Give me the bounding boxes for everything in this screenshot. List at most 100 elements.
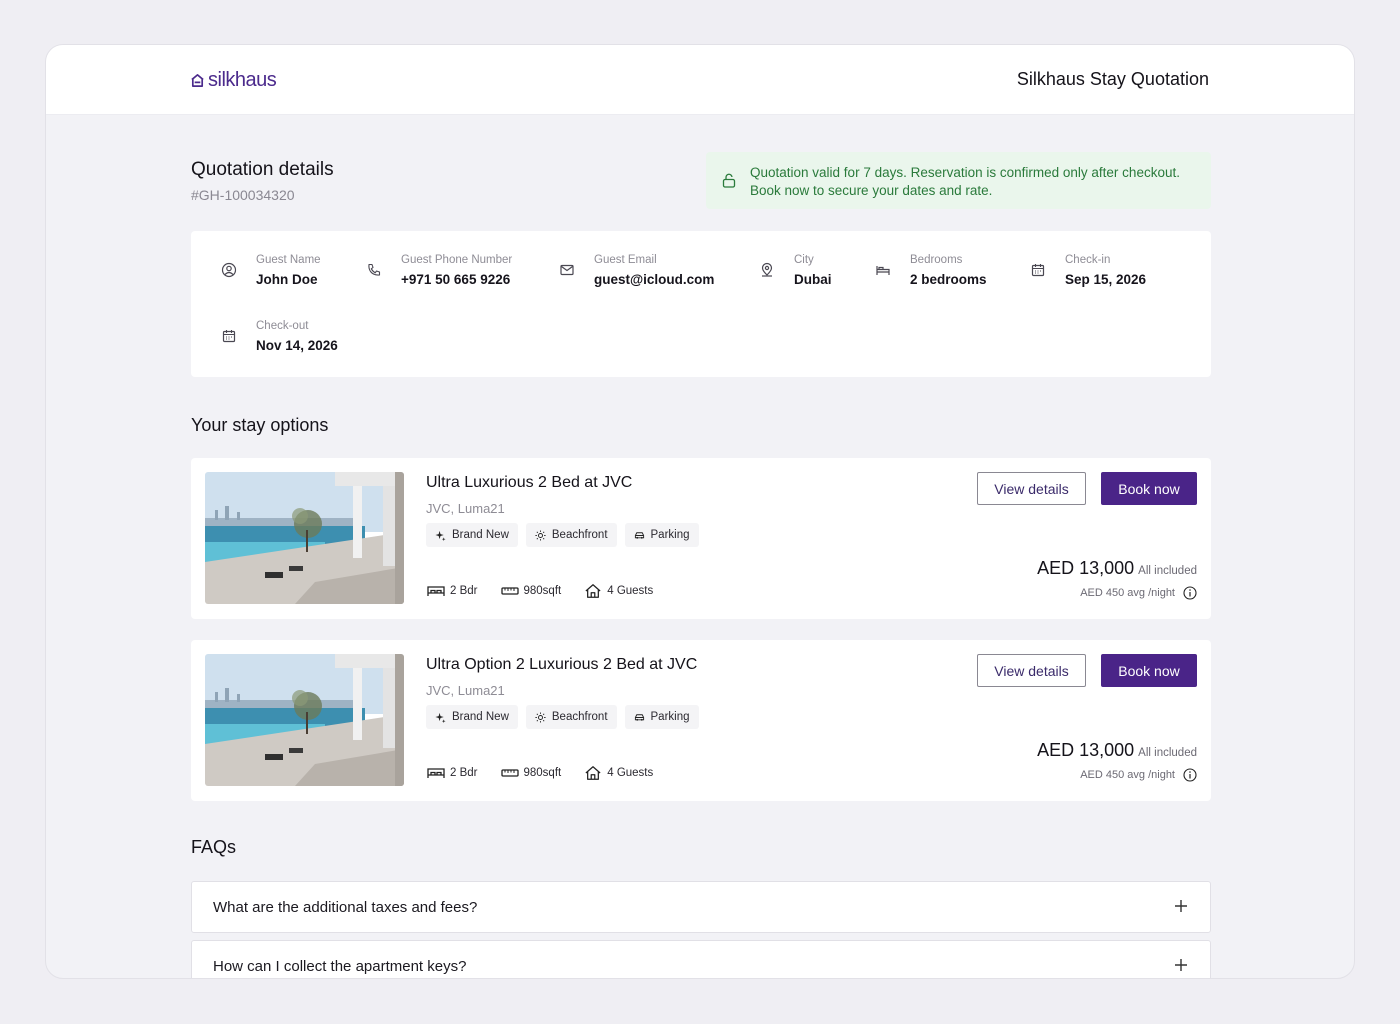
car-icon — [634, 713, 644, 721]
spec-bedrooms: 2 Bdr — [426, 765, 478, 781]
tag-beachfront: Beachfront — [525, 523, 617, 547]
spec-guests: 4 Guests — [583, 583, 653, 599]
silkhaus-logo[interactable]: silkhaus — [190, 69, 277, 92]
field-label: Guest Email — [594, 254, 657, 266]
field-label: Check-in — [1065, 254, 1111, 266]
avg-nightly-rate: AED 450 avg /night — [1080, 768, 1197, 782]
tag-label: Parking — [650, 711, 690, 723]
view-details-button[interactable]: View details — [977, 472, 1086, 505]
field-label: Guest Phone Number — [401, 254, 513, 266]
listing-title[interactable]: Ultra Luxurious 2 Bed at JVC — [426, 474, 632, 492]
notice-line-2: Book now to secure your dates and rate. — [750, 183, 993, 198]
field-value: Sep 15, 2026 — [1065, 272, 1147, 287]
field-value: John Doe — [256, 272, 318, 287]
faq-question: What are the additional taxes and fees? — [213, 899, 478, 916]
info-icon[interactable] — [1183, 768, 1197, 782]
bed-icon — [427, 586, 445, 596]
avg-rate-text: AED 450 avg /night — [1080, 587, 1175, 599]
tag-label: Brand New — [452, 529, 509, 541]
unlock-icon — [722, 173, 736, 188]
notice-line-1: Quotation valid for 7 days. Reservation … — [750, 165, 1180, 180]
spec-label: 980sqft — [523, 767, 562, 779]
tag-brand-new: Brand New — [426, 523, 518, 547]
bed-icon — [875, 262, 891, 278]
faq-item[interactable]: What are the additional taxes and fees? — [191, 881, 1211, 933]
amenity-tags: Brand New Beachfront Parking — [426, 705, 699, 729]
amenity-tags: Brand New Beachfront Parking — [426, 523, 699, 547]
field-value: guest@icloud.com — [594, 272, 715, 287]
field-label: Bedrooms — [910, 254, 963, 266]
plus-icon[interactable] — [1174, 899, 1188, 913]
spec-label: 2 Bdr — [450, 585, 478, 597]
faqs-title: FAQs — [191, 837, 237, 857]
ruler-icon — [500, 769, 519, 777]
guest-details-card: Guest Name John Doe Guest Phone Number +… — [191, 231, 1211, 377]
top-bar: silkhaus Silkhaus Stay Quotation — [46, 45, 1354, 115]
faq-question: How can I collect the apartment keys? — [213, 958, 467, 975]
tag-beachfront: Beachfront — [525, 705, 617, 729]
tag-label: Brand New — [452, 711, 509, 723]
listing-title[interactable]: Ultra Option 2 Luxurious 2 Bed at JVC — [426, 656, 697, 674]
listing-specs: 2 Bdr 980sqft 4 Guests — [426, 583, 653, 599]
page-title: Silkhaus Stay Quotation — [1016, 69, 1209, 89]
listing-specs: 2 Bdr 980sqft 4 Guests — [426, 765, 653, 781]
field-label: City — [794, 254, 814, 266]
property-photo[interactable] — [205, 654, 404, 786]
book-now-button[interactable]: Book now — [1101, 654, 1197, 687]
listing-card: Ultra Option 2 Luxurious 2 Bed at JVC JV… — [191, 640, 1211, 801]
listing-location: JVC, Luma21 — [426, 683, 505, 698]
tag-parking: Parking — [624, 523, 699, 547]
spec-guests: 4 Guests — [583, 765, 653, 781]
tag-label: Parking — [650, 529, 690, 541]
price-amount: AED 13,000 — [1037, 740, 1135, 760]
field-value: Nov 14, 2026 — [256, 338, 338, 353]
spec-size: 980sqft — [500, 765, 562, 781]
quotation-id: #GH-100034320 — [191, 187, 295, 203]
spec-size: 980sqft — [500, 583, 562, 599]
view-details-button[interactable]: View details — [977, 654, 1086, 687]
property-photo[interactable] — [205, 472, 404, 604]
faq-item[interactable]: How can I collect the apartment keys? — [191, 940, 1211, 978]
spec-label: 980sqft — [523, 585, 562, 597]
phone-icon — [366, 262, 382, 278]
price-amount: AED 13,000 — [1037, 558, 1135, 578]
info-icon[interactable] — [1183, 586, 1197, 600]
home-icon — [585, 584, 601, 598]
field-value: Dubai — [794, 272, 832, 287]
tag-brand-new: Brand New — [426, 705, 518, 729]
tag-parking: Parking — [624, 705, 699, 729]
mail-icon — [559, 262, 575, 278]
user-icon — [221, 262, 237, 278]
logo-text: silkhaus — [208, 69, 277, 91]
price: AED 13,000 All included — [1037, 558, 1197, 579]
sparkle-icon — [435, 530, 446, 541]
avg-rate-text: AED 450 avg /night — [1080, 769, 1175, 781]
tag-label: Beachfront — [551, 529, 608, 541]
spec-bedrooms: 2 Bdr — [426, 583, 478, 599]
listing-card: Ultra Luxurious 2 Bed at JVC JVC, Luma21… — [191, 458, 1211, 619]
spec-label: 4 Guests — [607, 585, 654, 597]
calendar-icon — [221, 328, 237, 344]
price-note: All included — [1138, 747, 1197, 759]
validity-notice: Quotation valid for 7 days. Reservation … — [706, 152, 1211, 209]
car-icon — [634, 531, 644, 539]
field-label: Check-out — [256, 320, 309, 332]
bed-icon — [427, 768, 445, 778]
field-value: +971 50 665 9226 — [401, 272, 511, 287]
app-window: silkhaus Silkhaus Stay Quotation Quotati… — [45, 44, 1355, 979]
field-value: 2 bedrooms — [910, 272, 987, 287]
sun-icon — [535, 711, 546, 723]
sun-icon — [535, 529, 546, 541]
listing-location: JVC, Luma21 — [426, 501, 505, 516]
sparkle-icon — [435, 712, 446, 723]
book-now-button[interactable]: Book now — [1101, 472, 1197, 505]
home-icon — [585, 766, 601, 780]
price: AED 13,000 All included — [1037, 740, 1197, 761]
field-label: Guest Name — [256, 254, 321, 266]
tag-label: Beachfront — [551, 711, 608, 723]
stay-options-title: Your stay options — [191, 415, 329, 435]
map-pin-icon — [759, 262, 775, 278]
spec-label: 4 Guests — [607, 767, 654, 779]
plus-icon[interactable] — [1174, 958, 1188, 972]
quotation-title: Quotation details — [191, 159, 334, 180]
